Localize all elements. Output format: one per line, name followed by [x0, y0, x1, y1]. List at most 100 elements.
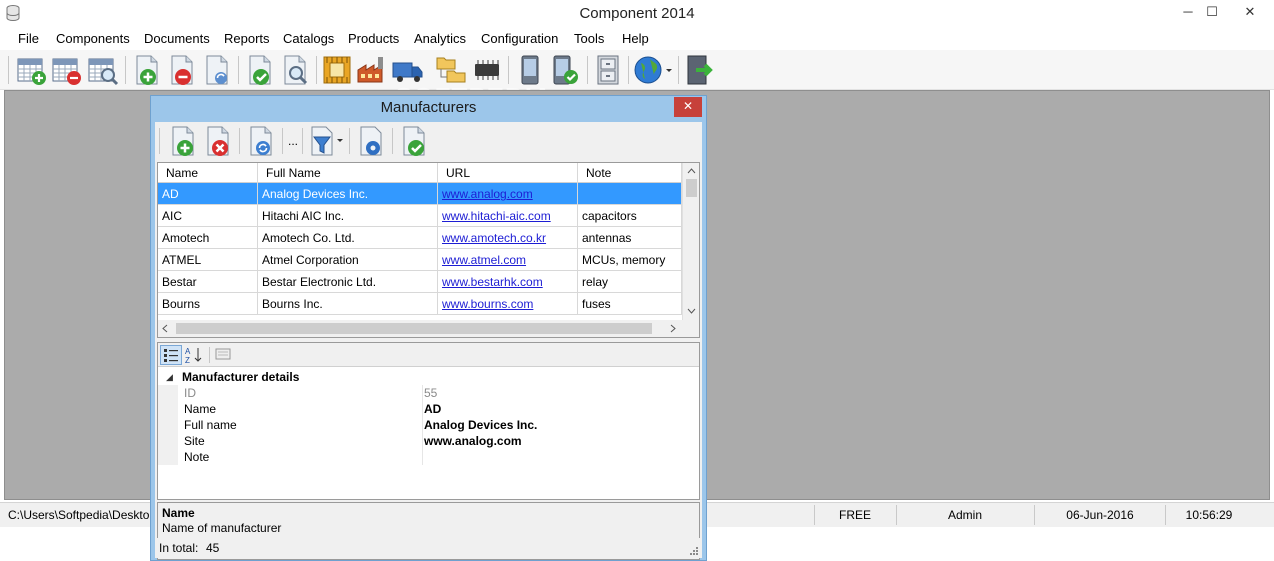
globe-icon[interactable]: [633, 54, 665, 86]
table-row[interactable]: Bourns Bourns Inc. www.bourns.com fuses: [158, 293, 682, 315]
calendar-add-icon[interactable]: [16, 54, 48, 86]
dialog-close-button[interactable]: ✕: [674, 97, 702, 117]
property-value[interactable]: www.analog.com: [424, 433, 522, 449]
toolbar-separator: [587, 56, 588, 84]
maximize-button[interactable]: ☐: [1196, 0, 1228, 24]
property-label: Name: [184, 402, 217, 416]
alphabetical-sort-icon[interactable]: AZ: [184, 345, 206, 365]
dialog-body: ... Name Full Name URL Note AD Analog De…: [155, 122, 702, 560]
delete-record-icon[interactable]: [202, 125, 234, 157]
device-approve-icon[interactable]: [549, 54, 581, 86]
menu-bar: File Components Documents Reports Catalo…: [0, 28, 1274, 50]
dialog-footer: In total: 45: [155, 538, 702, 558]
menu-analytics[interactable]: Analytics: [414, 30, 466, 48]
property-row[interactable]: Full name Analog Devices Inc.: [158, 417, 699, 433]
cell-full-name: Bestar Electronic Ltd.: [258, 271, 438, 293]
toolbar-separator: [209, 347, 210, 363]
document-refresh-icon[interactable]: [201, 54, 233, 86]
document-add-icon[interactable]: [131, 54, 163, 86]
status-time: 10:56:29: [1185, 508, 1233, 522]
cell-url-link[interactable]: www.amotech.co.kr: [438, 227, 578, 249]
manufacturers-dialog: Manufacturers ✕ ... Name Full Name URL N…: [150, 95, 707, 561]
resize-grip-icon[interactable]: [688, 544, 698, 558]
cell-note: antennas: [578, 227, 682, 249]
approve-icon[interactable]: [398, 125, 430, 157]
refresh-icon[interactable]: [245, 125, 277, 157]
manufacturers-grid: Name Full Name URL Note AD Analog Device…: [157, 162, 700, 338]
chevron-down-icon[interactable]: [664, 54, 674, 86]
menu-file[interactable]: File: [18, 30, 39, 48]
toolbar-separator: [349, 128, 350, 154]
collapse-triangle-icon[interactable]: ◢: [166, 369, 173, 385]
property-row[interactable]: Note: [158, 449, 699, 465]
toolbar-separator: [628, 56, 629, 84]
property-divider[interactable]: [422, 385, 423, 465]
calendar-remove-icon[interactable]: [51, 54, 83, 86]
toolbar-separator: [302, 128, 303, 154]
toolbar-separator: [282, 128, 283, 154]
menu-help[interactable]: Help: [622, 30, 649, 48]
menu-catalogs[interactable]: Catalogs: [283, 30, 334, 48]
column-header-url[interactable]: URL: [438, 163, 578, 183]
status-path: C:\Users\Softpedia\Desktop: [8, 508, 157, 522]
menu-reports[interactable]: Reports: [224, 30, 270, 48]
table-row[interactable]: AD Analog Devices Inc. www.analog.com: [158, 183, 682, 205]
column-header-note[interactable]: Note: [578, 163, 682, 183]
table-row[interactable]: Bestar Bestar Electronic Ltd. www.bestar…: [158, 271, 682, 293]
column-header-full-name[interactable]: Full Name: [258, 163, 438, 183]
title-bar: Component 2014 ─ ☐ ✕: [0, 0, 1274, 28]
filter-icon[interactable]: [306, 125, 338, 157]
property-value[interactable]: Analog Devices Inc.: [424, 417, 537, 433]
grid-header: Name Full Name URL Note: [158, 163, 682, 183]
property-value[interactable]: AD: [424, 401, 441, 417]
cell-name: ATMEL: [158, 249, 258, 271]
document-remove-icon[interactable]: [166, 54, 198, 86]
property-row[interactable]: Name AD: [158, 401, 699, 417]
categorized-view-icon[interactable]: [160, 345, 182, 365]
toolbar-separator: [392, 128, 393, 154]
horizontal-scrollbar[interactable]: [158, 320, 699, 337]
menu-components[interactable]: Components: [56, 30, 130, 48]
property-category[interactable]: ◢ Manufacturer details: [158, 369, 699, 385]
factory-icon[interactable]: [356, 54, 388, 86]
property-label: ID: [184, 386, 196, 400]
property-label: Site: [184, 434, 205, 448]
cell-url-link[interactable]: www.atmel.com: [438, 249, 578, 271]
cell-name: AD: [158, 183, 258, 205]
settings-icon[interactable]: [355, 125, 387, 157]
document-search-icon[interactable]: [279, 54, 311, 86]
status-license: FREE: [838, 508, 871, 522]
menu-tools[interactable]: Tools: [574, 30, 604, 48]
document-approve-icon[interactable]: [244, 54, 276, 86]
table-row[interactable]: ATMEL Atmel Corporation www.atmel.com MC…: [158, 249, 682, 271]
cell-url-link[interactable]: www.bourns.com: [438, 293, 578, 315]
property-row[interactable]: ID 55: [158, 385, 699, 401]
property-grid: AZ ◢ Manufacturer details ID 55 Name AD: [157, 342, 700, 500]
menu-documents[interactable]: Documents: [144, 30, 210, 48]
property-row[interactable]: Site www.analog.com: [158, 433, 699, 449]
total-label: In total:: [159, 541, 199, 555]
table-row[interactable]: Amotech Amotech Co. Ltd. www.amotech.co.…: [158, 227, 682, 249]
column-header-name[interactable]: Name: [158, 163, 258, 183]
menu-configuration[interactable]: Configuration: [481, 30, 558, 48]
toolbar-grip: [8, 56, 9, 84]
cell-url-link[interactable]: www.analog.com: [438, 183, 578, 205]
chevron-down-icon[interactable]: [336, 125, 344, 157]
component-board-icon[interactable]: [321, 54, 353, 86]
menu-products[interactable]: Products: [348, 30, 399, 48]
cell-name: Amotech: [158, 227, 258, 249]
vertical-scrollbar[interactable]: [682, 163, 699, 321]
cell-url-link[interactable]: www.bestarhk.com: [438, 271, 578, 293]
property-value: 55: [424, 386, 438, 400]
table-row[interactable]: AIC Hitachi AIC Inc. www.hitachi-aic.com…: [158, 205, 682, 227]
more-button[interactable]: ...: [288, 134, 298, 148]
calendar-search-icon[interactable]: [87, 54, 119, 86]
toolbar-separator: [238, 56, 239, 84]
cabinet-icon[interactable]: [592, 54, 624, 86]
property-pages-icon[interactable]: [214, 346, 234, 364]
toolbar-separator: [239, 128, 240, 154]
add-record-icon[interactable]: [167, 125, 199, 157]
exit-icon[interactable]: [684, 54, 716, 86]
close-button[interactable]: ✕: [1234, 0, 1266, 24]
cell-url-link[interactable]: www.hitachi-aic.com: [438, 205, 578, 227]
